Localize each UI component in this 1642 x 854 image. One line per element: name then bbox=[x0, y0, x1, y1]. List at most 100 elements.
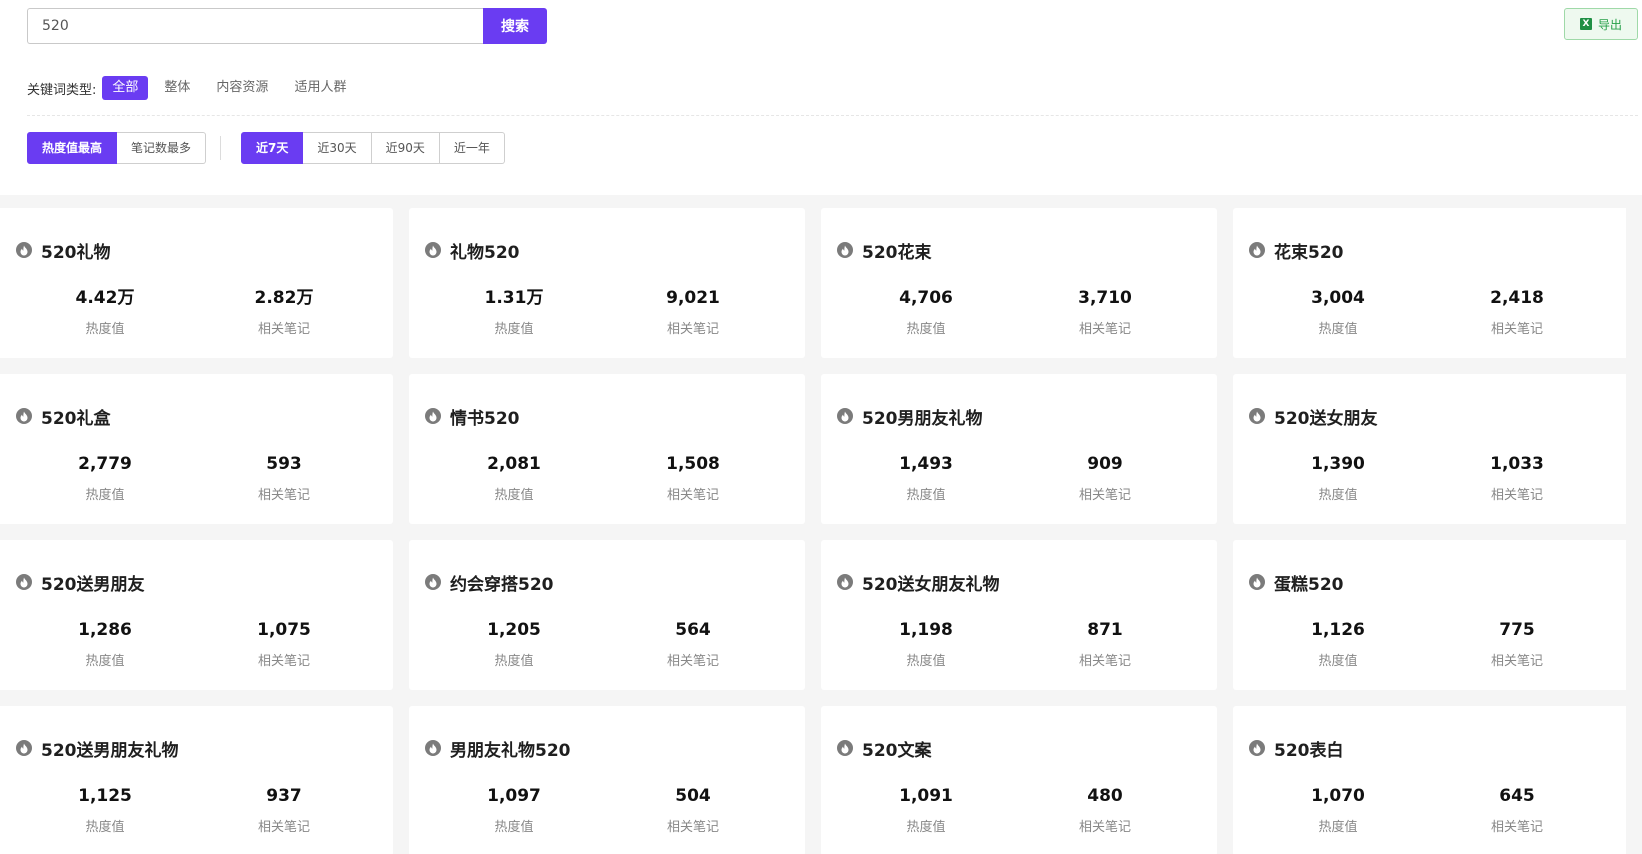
keyword-text: 520送男朋友礼物 bbox=[41, 740, 179, 761]
hot-value: 2,779 bbox=[78, 454, 132, 474]
fire-icon bbox=[16, 242, 32, 258]
notes-stat: 909 相关笔记 bbox=[1035, 452, 1175, 503]
keyword-title: 520男朋友礼物 bbox=[837, 404, 983, 429]
keyword-card-0[interactable]: 520礼物 4.42万 热度值 2.82万 相关笔记 bbox=[0, 208, 393, 358]
hot-value: 2,081 bbox=[487, 454, 541, 474]
fire-icon bbox=[425, 408, 441, 424]
keyword-title: 520礼盒 bbox=[16, 404, 111, 429]
keyword-type-overall[interactable]: 整体 bbox=[154, 76, 200, 100]
hot-stat: 3,004 热度值 bbox=[1268, 286, 1408, 337]
keyword-type-content[interactable]: 内容资源 bbox=[206, 76, 278, 100]
keyword-stats: 2,779 热度值 593 相关笔记 bbox=[0, 452, 393, 512]
period-1y-button[interactable]: 近一年 bbox=[439, 132, 505, 164]
period-30d-button[interactable]: 近30天 bbox=[303, 132, 372, 164]
keyword-stats: 2,081 热度值 1,508 相关笔记 bbox=[409, 452, 805, 512]
keyword-stats: 1,070 热度值 645 相关笔记 bbox=[1233, 784, 1626, 844]
keyword-card-14[interactable]: 520文案 1,091 热度值 480 相关笔记 bbox=[821, 706, 1217, 854]
hot-stat: 2,779 热度值 bbox=[35, 452, 175, 503]
notes-label: 相关笔记 bbox=[1490, 654, 1543, 669]
keyword-stats: 1,286 热度值 1,075 相关笔记 bbox=[0, 618, 393, 678]
filter-panel: 搜索 X 导出 关键词类型: 全部 整体 内容资源 适用人群 热度值最高 笔记数… bbox=[0, 0, 1642, 195]
hot-stat: 1,097 热度值 bbox=[444, 784, 584, 835]
keyword-stats: 3,004 热度值 2,418 相关笔记 bbox=[1233, 286, 1626, 346]
keyword-card-8[interactable]: 520送男朋友 1,286 热度值 1,075 相关笔记 bbox=[0, 540, 393, 690]
period-7d-button[interactable]: 近7天 bbox=[241, 132, 304, 164]
sort-hot-button[interactable]: 热度值最高 bbox=[27, 132, 118, 164]
hot-stat: 4.42万 热度值 bbox=[35, 286, 175, 337]
keyword-text: 520送女朋友 bbox=[1274, 408, 1378, 429]
keyword-text: 礼物520 bbox=[450, 242, 520, 263]
keyword-text: 情书520 bbox=[450, 408, 520, 429]
keyword-card-2[interactable]: 520花束 4,706 热度值 3,710 相关笔记 bbox=[821, 208, 1217, 358]
notes-stat: 871 相关笔记 bbox=[1035, 618, 1175, 669]
excel-icon: X bbox=[1579, 18, 1592, 30]
keyword-type-audience[interactable]: 适用人群 bbox=[284, 76, 356, 100]
export-button[interactable]: X 导出 bbox=[1564, 8, 1638, 40]
fire-icon bbox=[16, 740, 32, 756]
search-button[interactable]: 搜索 bbox=[483, 8, 547, 44]
keyword-title: 礼物520 bbox=[425, 238, 520, 263]
notes-label: 相关笔记 bbox=[257, 488, 310, 503]
hot-value: 1,286 bbox=[78, 620, 132, 640]
hot-label: 热度值 bbox=[906, 654, 946, 669]
sort-toggle: 热度值最高 笔记数最多 bbox=[27, 132, 207, 164]
hot-stat: 1,070 热度值 bbox=[1268, 784, 1408, 835]
keyword-card-3[interactable]: 花束520 3,004 热度值 2,418 相关笔记 bbox=[1233, 208, 1626, 358]
keyword-card-7[interactable]: 520送女朋友 1,390 热度值 1,033 相关笔记 bbox=[1233, 374, 1626, 524]
fire-icon bbox=[837, 574, 853, 590]
notes-label: 相关笔记 bbox=[257, 654, 310, 669]
keyword-card-10[interactable]: 520送女朋友礼物 1,198 热度值 871 相关笔记 bbox=[821, 540, 1217, 690]
keyword-card-9[interactable]: 约会穿搭520 1,205 热度值 564 相关笔记 bbox=[409, 540, 805, 690]
keyword-text: 520礼物 bbox=[41, 242, 111, 263]
search-input[interactable] bbox=[27, 8, 483, 44]
keyword-stats: 4,706 热度值 3,710 相关笔记 bbox=[821, 286, 1217, 346]
notes-stat: 2.82万 相关笔记 bbox=[214, 286, 354, 337]
keyword-card-grid: 520礼物 4.42万 热度值 2.82万 相关笔记 礼物520 1.31万 热… bbox=[0, 208, 1642, 854]
hot-value: 1,493 bbox=[899, 454, 953, 474]
keyword-text: 520表白 bbox=[1274, 740, 1344, 761]
hot-value: 1,205 bbox=[487, 620, 541, 640]
keyword-title: 约会穿搭520 bbox=[425, 570, 554, 595]
hot-label: 热度值 bbox=[85, 322, 125, 337]
keyword-title: 蛋糕520 bbox=[1249, 570, 1344, 595]
fire-icon bbox=[16, 574, 32, 590]
notes-stat: 645 相关笔记 bbox=[1447, 784, 1587, 835]
notes-value: 1,075 bbox=[257, 620, 311, 640]
notes-stat: 937 相关笔记 bbox=[214, 784, 354, 835]
hot-label: 热度值 bbox=[494, 488, 534, 503]
keyword-title: 520送男朋友礼物 bbox=[16, 736, 179, 761]
hot-value: 1,125 bbox=[78, 786, 132, 806]
keyword-type-all[interactable]: 全部 bbox=[102, 76, 149, 100]
keyword-stats: 1,097 热度值 504 相关笔记 bbox=[409, 784, 805, 844]
keyword-card-4[interactable]: 520礼盒 2,779 热度值 593 相关笔记 bbox=[0, 374, 393, 524]
keyword-stats: 1,205 热度值 564 相关笔记 bbox=[409, 618, 805, 678]
hot-label: 热度值 bbox=[906, 820, 946, 835]
notes-stat: 564 相关笔记 bbox=[623, 618, 763, 669]
keyword-card-11[interactable]: 蛋糕520 1,126 热度值 775 相关笔记 bbox=[1233, 540, 1626, 690]
notes-value: 1,033 bbox=[1490, 454, 1544, 474]
keyword-card-6[interactable]: 520男朋友礼物 1,493 热度值 909 相关笔记 bbox=[821, 374, 1217, 524]
hot-label: 热度值 bbox=[906, 322, 946, 337]
keyword-card-15[interactable]: 520表白 1,070 热度值 645 相关笔记 bbox=[1233, 706, 1626, 854]
notes-value: 775 bbox=[1499, 620, 1535, 640]
period-90d-button[interactable]: 近90天 bbox=[371, 132, 440, 164]
keyword-card-5[interactable]: 情书520 2,081 热度值 1,508 相关笔记 bbox=[409, 374, 805, 524]
notes-label: 相关笔记 bbox=[666, 322, 719, 337]
notes-label: 相关笔记 bbox=[1078, 488, 1131, 503]
hot-stat: 1,390 热度值 bbox=[1268, 452, 1408, 503]
keyword-stats: 1.31万 热度值 9,021 相关笔记 bbox=[409, 286, 805, 346]
hot-value: 1.31万 bbox=[484, 288, 544, 308]
notes-value: 504 bbox=[675, 786, 711, 806]
keyword-card-12[interactable]: 520送男朋友礼物 1,125 热度值 937 相关笔记 bbox=[0, 706, 393, 854]
hot-stat: 1,198 热度值 bbox=[856, 618, 996, 669]
keyword-stats: 1,493 热度值 909 相关笔记 bbox=[821, 452, 1217, 512]
keyword-title: 520送男朋友 bbox=[16, 570, 145, 595]
keyword-card-13[interactable]: 男朋友礼物520 1,097 热度值 504 相关笔记 bbox=[409, 706, 805, 854]
hot-stat: 4,706 热度值 bbox=[856, 286, 996, 337]
hot-value: 4.42万 bbox=[75, 288, 135, 308]
keyword-text: 520送女朋友礼物 bbox=[862, 574, 1000, 595]
notes-stat: 480 相关笔记 bbox=[1035, 784, 1175, 835]
keyword-stats: 1,126 热度值 775 相关笔记 bbox=[1233, 618, 1626, 678]
sort-notes-button[interactable]: 笔记数最多 bbox=[117, 132, 207, 164]
keyword-card-1[interactable]: 礼物520 1.31万 热度值 9,021 相关笔记 bbox=[409, 208, 805, 358]
